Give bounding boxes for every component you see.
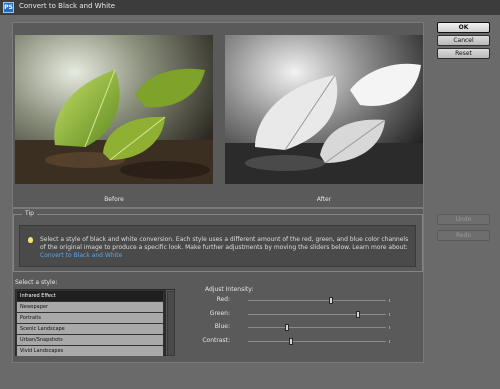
red-slider-thumb[interactable]	[328, 297, 333, 304]
style-item-scenic[interactable]: Scenic Landscape	[17, 324, 163, 334]
style-list-scrollbar[interactable]	[165, 289, 175, 356]
style-list[interactable]: Infrared Effect Newspaper Portraits Scen…	[15, 289, 165, 356]
style-item-vivid[interactable]: Vivid Landscapes	[17, 346, 163, 356]
green-slider-label: Green:	[209, 310, 230, 317]
title-bar: PS Convert to Black and White	[0, 0, 500, 15]
style-item-infrared[interactable]: Infrared Effect	[17, 291, 163, 301]
after-image	[225, 35, 423, 184]
after-label: After	[316, 196, 332, 203]
lightbulb-icon	[28, 237, 33, 243]
contrast-slider-track[interactable]	[248, 341, 386, 342]
green-slider-thumb[interactable]	[356, 311, 361, 318]
style-item-urban[interactable]: Urban/Snapshots	[17, 335, 163, 345]
before-label: Before	[104, 196, 124, 203]
adjust-intensity-label: Adjust Intensity:	[205, 286, 254, 293]
style-item-portraits[interactable]: Portraits	[17, 313, 163, 323]
blue-slider-track[interactable]	[248, 327, 386, 328]
style-label: Select a style:	[15, 279, 58, 286]
contrast-slider-end-tick	[389, 340, 390, 343]
window-title: Convert to Black and White	[19, 2, 116, 10]
scrollbar-thumb[interactable]	[167, 291, 175, 356]
style-item-newspaper[interactable]: Newspaper	[17, 302, 163, 312]
contrast-slider-thumb[interactable]	[288, 338, 293, 345]
app-icon: PS	[3, 2, 14, 13]
redo-button[interactable]: Redo	[437, 230, 490, 241]
green-slider-track[interactable]	[248, 314, 386, 315]
tip-text: Select a style of black and white conver…	[40, 236, 410, 260]
tip-body: Select a style of black and white conver…	[40, 236, 409, 251]
tip-label: Tip	[22, 210, 37, 217]
blue-slider-label: Blue:	[214, 323, 230, 330]
blue-slider-end-tick	[389, 326, 390, 329]
reset-button[interactable]: Reset	[437, 48, 490, 59]
red-slider-track[interactable]	[248, 300, 386, 301]
before-image	[15, 35, 213, 184]
green-slider-end-tick	[389, 313, 390, 316]
learn-more-link[interactable]: Convert to Black and White	[40, 252, 122, 259]
ok-button[interactable]: OK	[437, 22, 490, 33]
contrast-slider-label: Contrast:	[202, 337, 230, 344]
red-slider-label: Red:	[216, 296, 230, 303]
blue-slider-thumb[interactable]	[284, 324, 289, 331]
cancel-button[interactable]: Cancel	[437, 35, 490, 46]
undo-button[interactable]: Undo	[437, 214, 490, 225]
red-slider-end-tick	[389, 299, 390, 302]
